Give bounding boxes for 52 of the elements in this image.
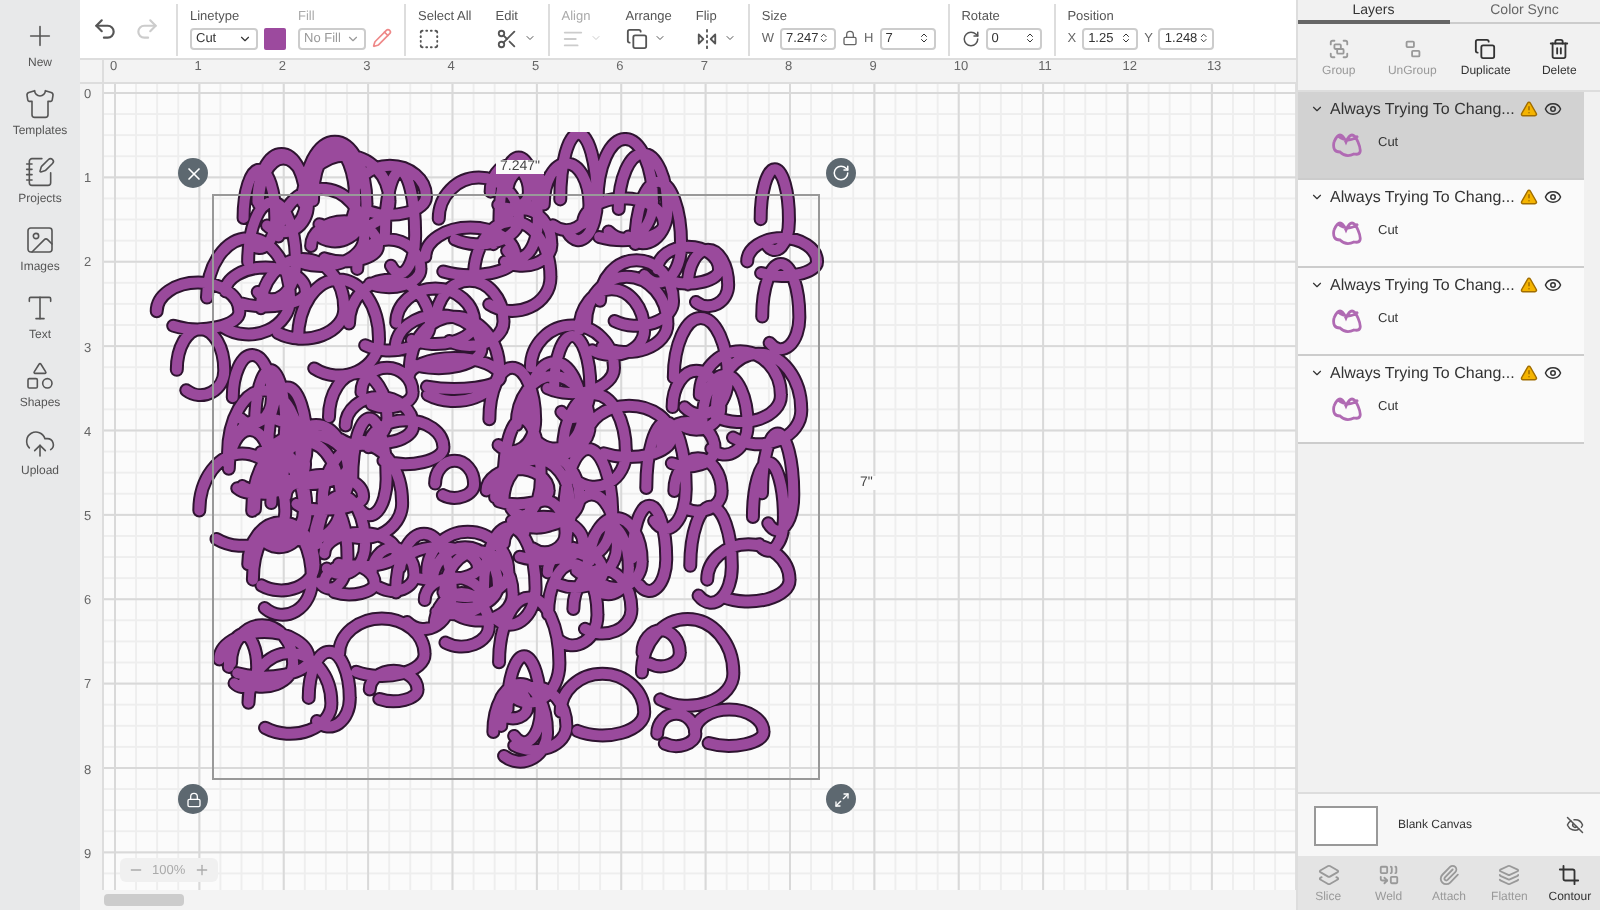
slice-icon	[1317, 863, 1340, 885]
visibility-icon[interactable]	[1544, 188, 1563, 206]
layers-icon	[1498, 863, 1521, 885]
stepper-icon	[818, 32, 831, 44]
color-swatch[interactable]	[264, 27, 286, 49]
notebook-icon	[24, 156, 56, 188]
select-all-icon[interactable]	[418, 27, 440, 49]
caret-icon	[653, 32, 666, 44]
shapes-icon	[24, 360, 56, 392]
visibility-icon[interactable]	[1544, 100, 1563, 118]
resize-handle[interactable]	[826, 784, 856, 814]
letter-icon	[24, 292, 56, 324]
scissors-icon[interactable]	[495, 27, 518, 49]
visibility-icon[interactable]	[1544, 364, 1563, 382]
scrollbar-thumb[interactable]	[104, 894, 184, 906]
caret-icon[interactable]	[1310, 278, 1324, 292]
layer-name: Always Trying To Chang...	[1330, 188, 1515, 206]
layer-name: Always Trying To Chang...	[1330, 364, 1515, 382]
weld-icon	[1377, 863, 1400, 885]
ungroup-icon	[1401, 37, 1424, 59]
visibility-icon[interactable]	[1544, 276, 1563, 294]
lock-icon[interactable]	[842, 30, 859, 46]
close-handle[interactable]	[178, 158, 208, 188]
caret-icon	[723, 32, 736, 44]
caret-icon	[346, 31, 360, 45]
caret-icon[interactable]	[1310, 366, 1324, 380]
layer-name: Always Trying To Chang...	[1330, 100, 1515, 118]
hidden-icon[interactable]	[1566, 816, 1584, 834]
shirt-icon	[24, 88, 56, 120]
stepper-icon	[1197, 32, 1209, 44]
cloud-upload-icon	[24, 428, 56, 460]
caret-icon	[523, 32, 536, 44]
layer-name: Always Trying To Chang...	[1330, 276, 1515, 294]
trash-icon	[1548, 37, 1571, 59]
rotate-handle[interactable]	[826, 158, 856, 188]
image-icon	[24, 224, 56, 256]
plus-icon	[24, 20, 56, 52]
flip-icon[interactable]	[695, 27, 718, 49]
group-icon	[1327, 37, 1350, 59]
undo-icon[interactable]	[92, 16, 118, 42]
caret-icon	[238, 31, 252, 45]
lettering-artwork-drawing[interactable]	[149, 132, 824, 769]
lock-handle[interactable]	[178, 784, 208, 814]
caret-icon	[589, 32, 602, 44]
caret-icon[interactable]	[1310, 190, 1324, 204]
blank-canvas-swatch[interactable]	[1314, 805, 1378, 845]
arrange-icon[interactable]	[625, 27, 648, 49]
caret-icon[interactable]	[1310, 102, 1324, 116]
duplicate-icon	[1474, 37, 1497, 59]
paperclip-icon	[1438, 863, 1460, 885]
rotate-icon	[961, 29, 980, 47]
contour-icon	[1558, 863, 1581, 885]
